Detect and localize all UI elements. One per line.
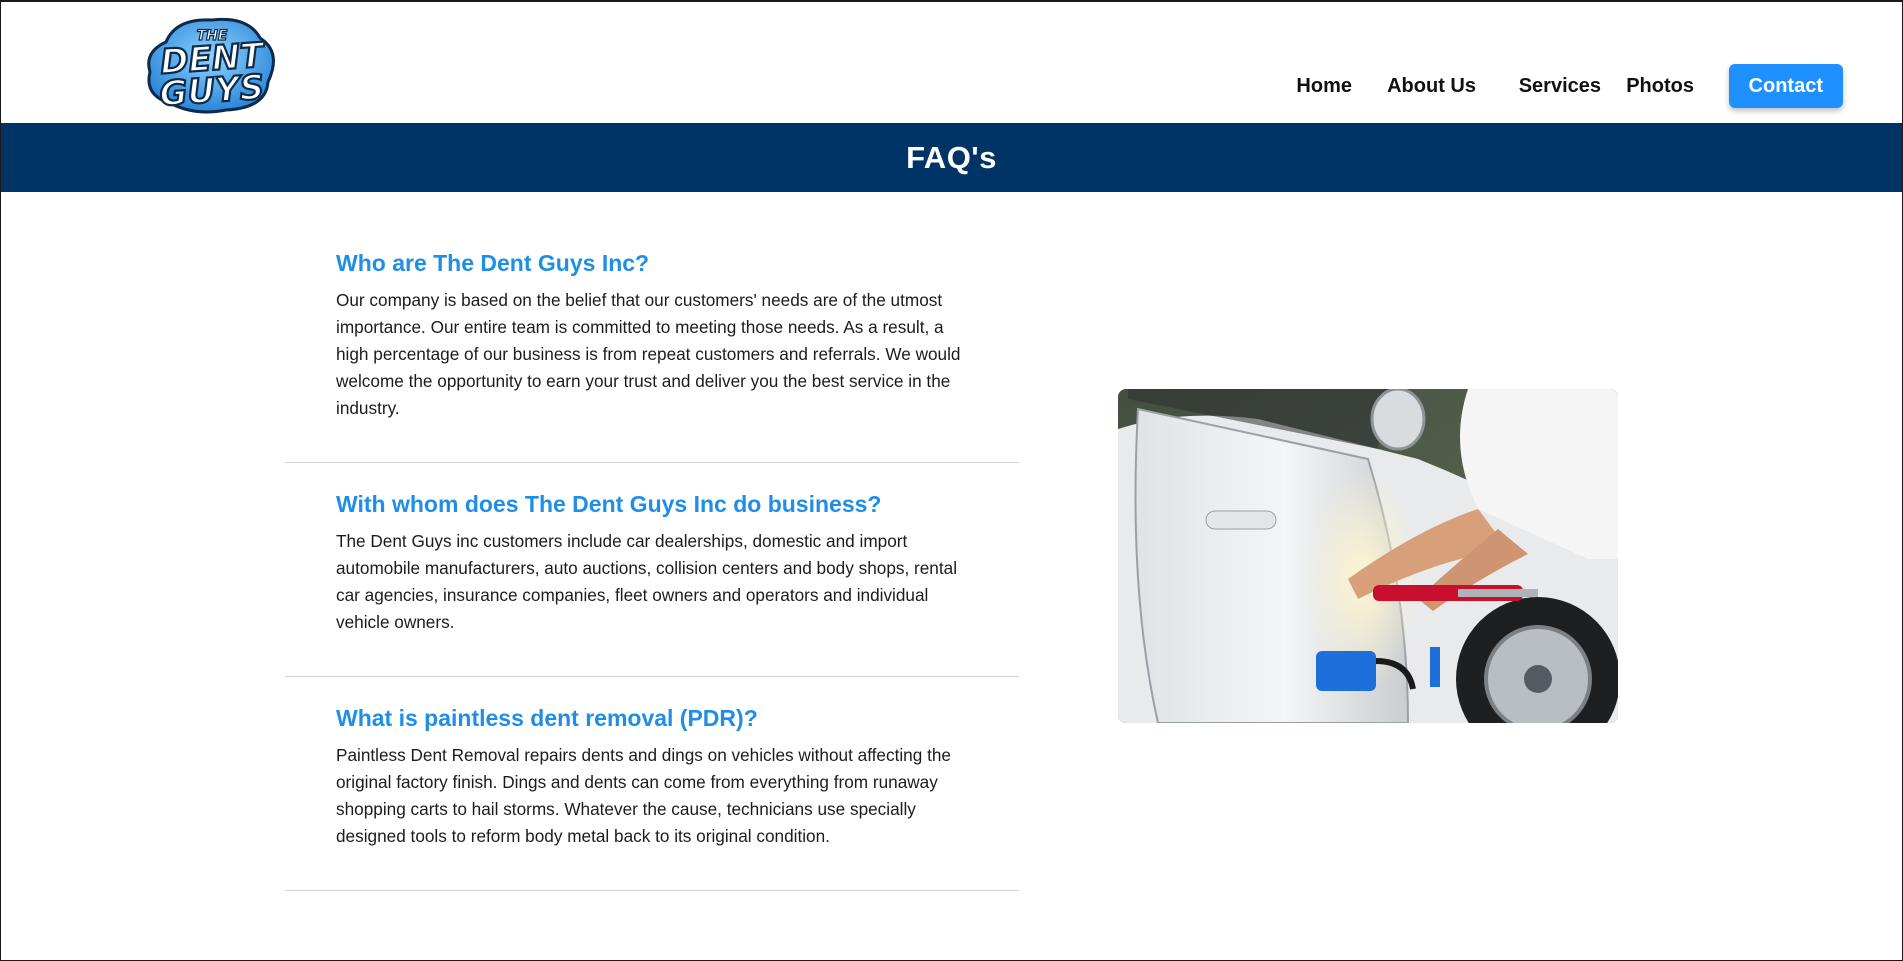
faq-item: What is paintless dent removal (PDR)? Pa… bbox=[285, 677, 1019, 891]
faq-list: Who are The Dent Guys Inc? Our company i… bbox=[285, 222, 1019, 891]
page-title: FAQ's bbox=[906, 139, 997, 175]
faq-item: Who are The Dent Guys Inc? Our company i… bbox=[285, 222, 1019, 463]
faq-answer: Our company is based on the belief that … bbox=[336, 290, 961, 418]
faq-question: With whom does The Dent Guys Inc do busi… bbox=[336, 491, 882, 517]
nav-photos[interactable]: Photos bbox=[1626, 64, 1694, 108]
nav-services[interactable]: Services bbox=[1519, 64, 1601, 108]
site-header: THE DENT GUYS Home About Us Services Pho… bbox=[0, 0, 1903, 123]
nav-home[interactable]: Home bbox=[1296, 64, 1352, 108]
faq-item: With whom does The Dent Guys Inc do busi… bbox=[285, 463, 1019, 677]
faq-question: Who are The Dent Guys Inc? bbox=[336, 250, 650, 276]
faq-answer: The Dent Guys inc customers include car … bbox=[336, 531, 958, 632]
svg-text:GUYS: GUYS bbox=[158, 67, 265, 114]
dent-repair-photo bbox=[1118, 389, 1618, 723]
site-logo[interactable]: THE DENT GUYS bbox=[136, 12, 288, 116]
page-title-banner: FAQ's bbox=[0, 123, 1903, 192]
contact-button[interactable]: Contact bbox=[1728, 64, 1843, 108]
dent-guys-logo: THE DENT GUYS bbox=[147, 17, 275, 116]
faq-answer: Paintless Dent Removal repairs dents and… bbox=[336, 745, 951, 846]
nav-about-us[interactable]: About Us bbox=[1387, 64, 1476, 108]
faq-question: What is paintless dent removal (PDR)? bbox=[336, 705, 758, 731]
